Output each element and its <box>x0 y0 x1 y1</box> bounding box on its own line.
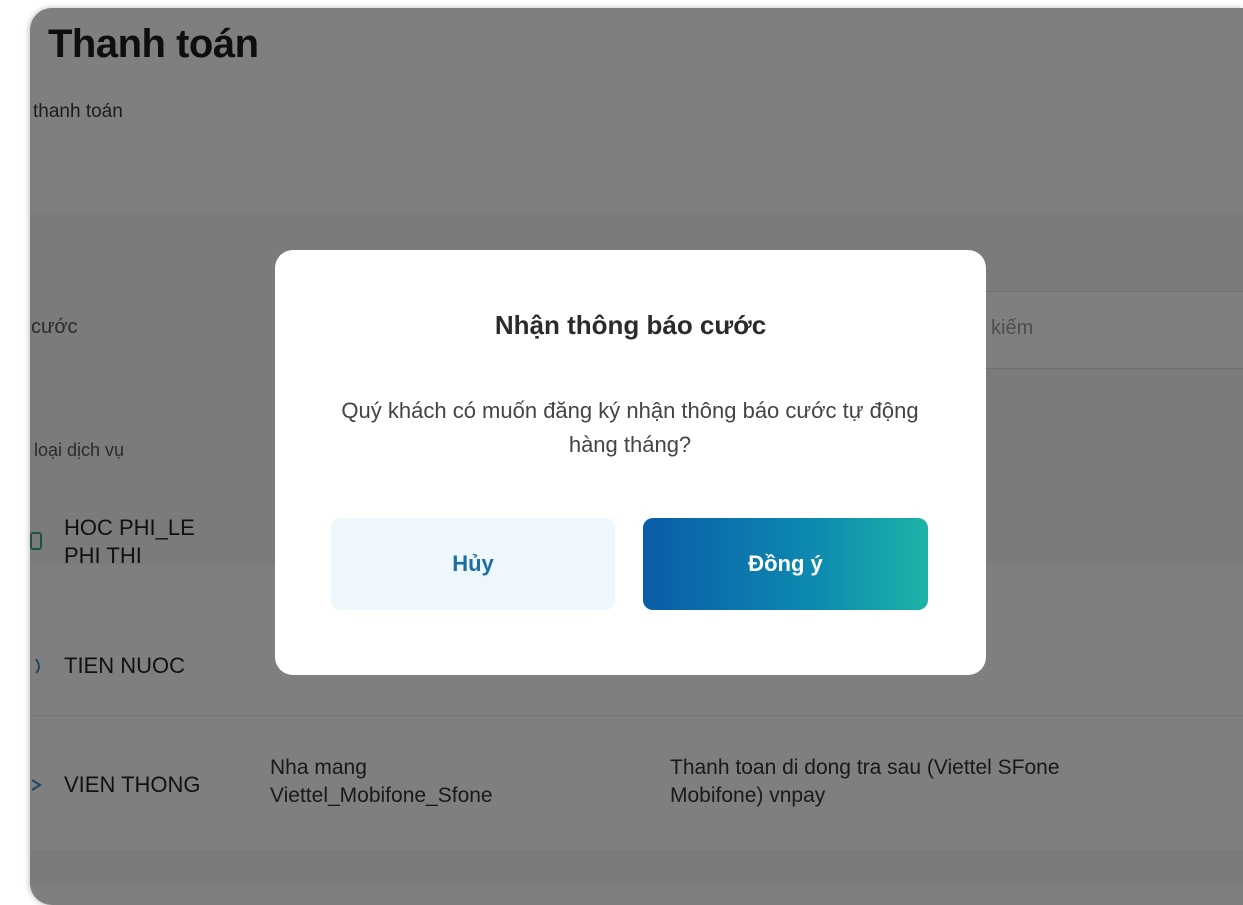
confirm-button[interactable]: Đồng ý <box>643 518 928 610</box>
dialog-message: Quý khách có muốn đăng ký nhận thông báo… <box>341 398 919 457</box>
billing-notification-dialog: Nhận thông báo cước Quý khách có muốn đă… <box>275 250 986 675</box>
app-window: Thanh toán thanh toán cước kiếm loại dịc… <box>30 8 1243 905</box>
cancel-button[interactable]: Hủy <box>331 518 615 610</box>
payment-page: Thanh toán thanh toán cước kiếm loại dịc… <box>30 8 1243 905</box>
dialog-title: Nhận thông báo cước <box>494 310 767 340</box>
